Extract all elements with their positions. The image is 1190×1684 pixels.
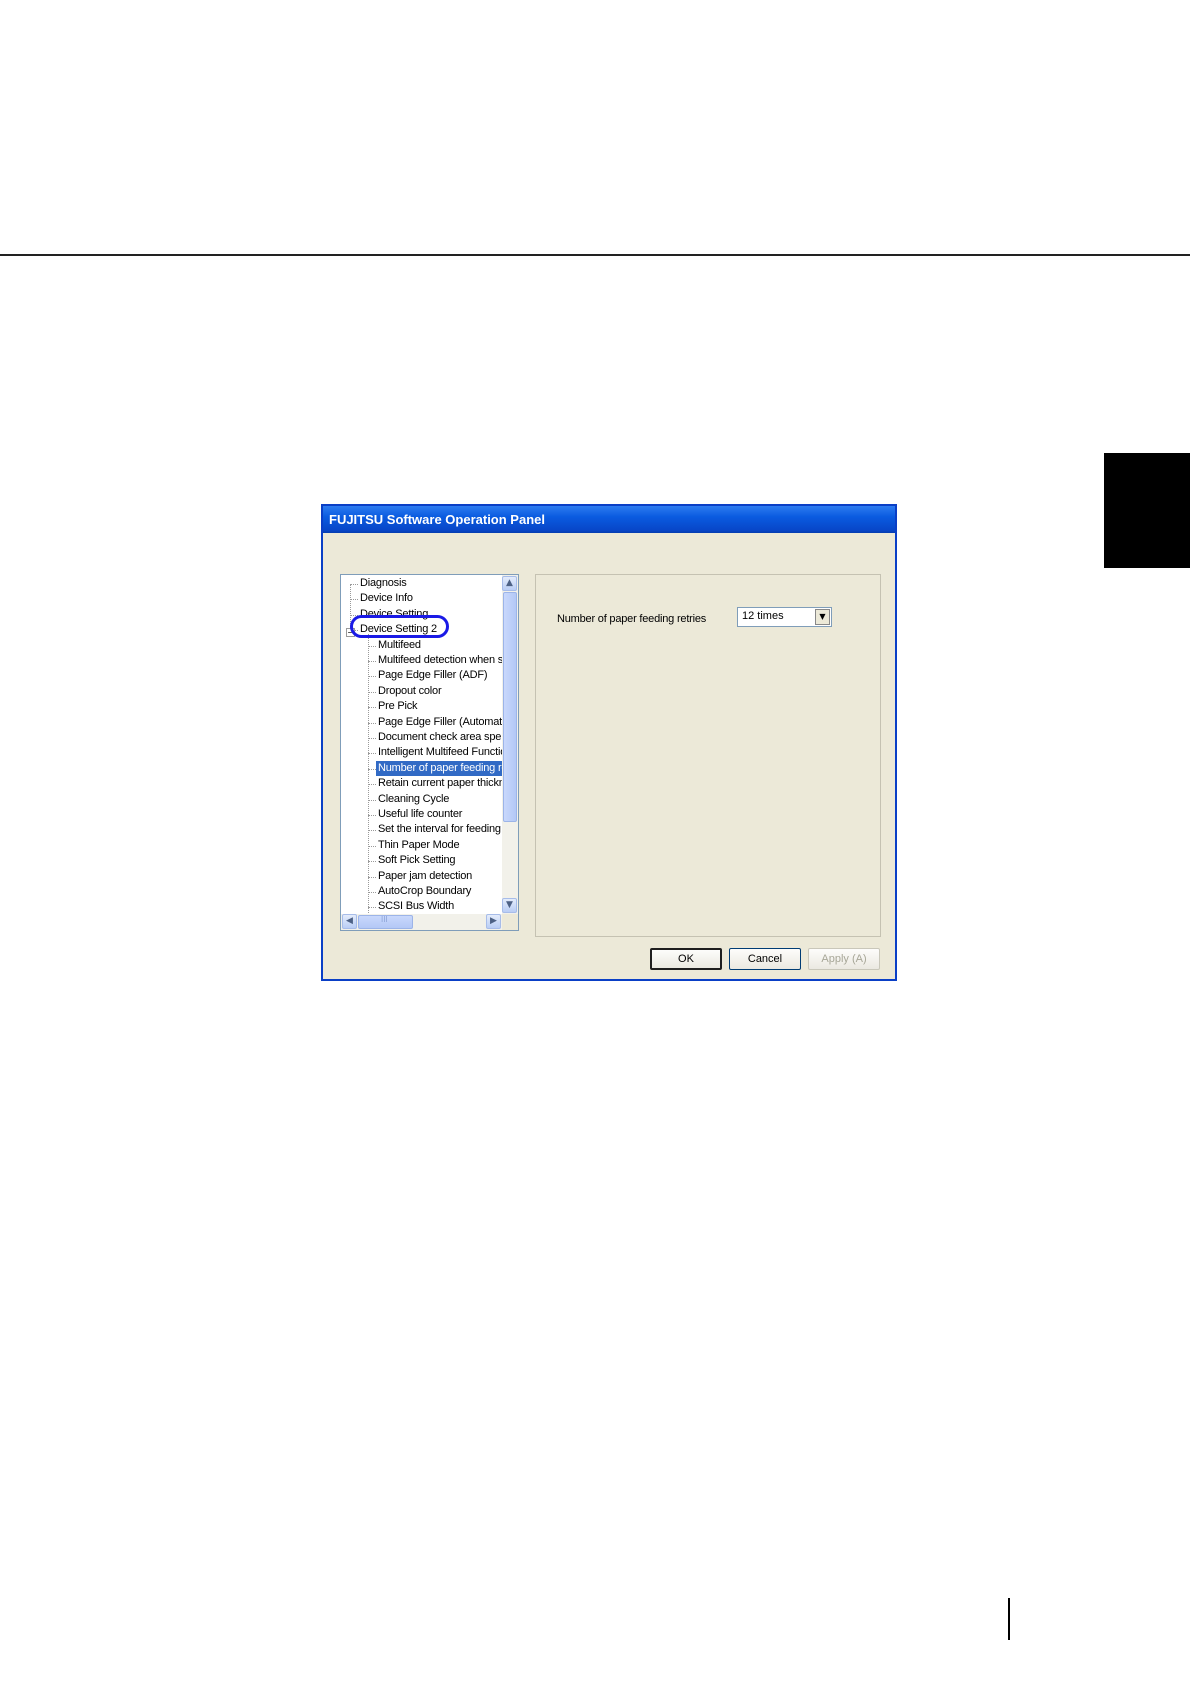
tree-connector bbox=[368, 722, 376, 724]
tree-connector bbox=[368, 738, 376, 739]
tree-item[interactable]: Pre Pick bbox=[378, 699, 418, 714]
tree-connector bbox=[368, 907, 376, 909]
tree-vertical-scroll-thumb[interactable] bbox=[503, 592, 517, 822]
tree-item[interactable]: Page Edge Filler (ADF) bbox=[378, 668, 488, 683]
tree-connector bbox=[368, 707, 376, 709]
tree-item[interactable]: Page Edge Filler (Automatic bbox=[378, 715, 502, 730]
apply-button[interactable]: Apply (A) bbox=[808, 948, 880, 970]
tree-item[interactable]: Soft Pick Setting bbox=[378, 853, 456, 868]
tree-item[interactable]: Diagnosis bbox=[360, 576, 407, 591]
tree-connector bbox=[368, 661, 376, 662]
chapter-tab-marker bbox=[1104, 453, 1190, 568]
tree-item[interactable]: Dropout color bbox=[378, 684, 442, 699]
tree-connector bbox=[368, 799, 376, 801]
paper-feeding-retries-label: Number of paper feeding retries bbox=[557, 613, 707, 625]
cancel-button[interactable]: Cancel bbox=[729, 948, 801, 970]
tree-connector bbox=[368, 676, 376, 678]
tree-item[interactable]: Cleaning Cycle bbox=[378, 792, 449, 807]
tree-vertical-scrollbar[interactable]: ▲ ▼ bbox=[502, 575, 518, 914]
tree-item[interactable]: Multifeed bbox=[378, 638, 421, 653]
tree-connector bbox=[368, 634, 369, 914]
tree-connector bbox=[368, 768, 376, 770]
tree-item[interactable]: Retain current paper thickn bbox=[378, 776, 502, 791]
tree-item[interactable]: Set the interval for feeding bbox=[378, 822, 501, 837]
scroll-left-icon[interactable]: ◀ bbox=[342, 914, 357, 929]
scroll-right-icon[interactable]: ▶ bbox=[486, 914, 501, 929]
page-header-rule bbox=[0, 254, 1190, 256]
tree-connector bbox=[368, 876, 376, 878]
tree-item[interactable]: Document check area spe bbox=[378, 730, 501, 745]
tree-connector bbox=[368, 892, 376, 893]
operation-panel-window: FUJITSU Software Operation Panel Diagnos… bbox=[321, 504, 897, 981]
scroll-up-icon[interactable]: ▲ bbox=[502, 576, 517, 591]
tree-item[interactable]: SCSI Bus Width bbox=[378, 899, 454, 914]
tree-item[interactable]: AutoCrop Boundary bbox=[378, 884, 471, 899]
tree-connector bbox=[368, 830, 376, 832]
tree-connector bbox=[350, 599, 358, 601]
scroll-down-icon[interactable]: ▼ bbox=[502, 898, 517, 913]
tree-item[interactable]: Multifeed detection when s bbox=[378, 653, 502, 668]
tree-horizontal-scroll-thumb[interactable]: III bbox=[358, 915, 413, 929]
scroll-grip-text: III bbox=[381, 915, 388, 924]
tree-item[interactable]: Number of paper feeding re bbox=[376, 760, 502, 776]
window-titlebar[interactable]: FUJITSU Software Operation Panel bbox=[323, 506, 895, 533]
tree-item[interactable]: Device Info bbox=[360, 591, 413, 606]
tree-connector bbox=[368, 815, 376, 816]
tree-connector bbox=[368, 645, 376, 647]
tree-horizontal-scrollbar[interactable]: ◀ III ▶ bbox=[341, 914, 502, 930]
tree-item[interactable]: Thin Paper Mode bbox=[378, 838, 460, 853]
tree-item[interactable]: Intelligent Multifeed Functio bbox=[378, 745, 502, 760]
tree-connector bbox=[368, 753, 376, 755]
footer-rule bbox=[1008, 1598, 1010, 1640]
tree-connector bbox=[368, 845, 376, 847]
tree-connector bbox=[368, 861, 376, 863]
scrollbar-corner bbox=[502, 914, 518, 930]
highlight-circle-annotation bbox=[350, 615, 449, 638]
paper-feeding-retries-value: 12 times bbox=[742, 610, 784, 622]
tree-item[interactable]: Useful life counter bbox=[378, 807, 462, 822]
settings-panel: Number of paper feeding retries 12 times… bbox=[535, 574, 881, 937]
settings-tree[interactable]: Diagnosis Device Info Device Setting Device… bbox=[340, 574, 519, 931]
tree-item[interactable]: Paper jam detection bbox=[378, 869, 472, 884]
tree-connector bbox=[368, 784, 376, 786]
window-title: FUJITSU Software Operation Panel bbox=[329, 512, 545, 527]
ok-button[interactable]: OK bbox=[650, 948, 722, 970]
paper-feeding-retries-select[interactable]: 12 times ▼ bbox=[737, 607, 832, 627]
tree-connector bbox=[350, 584, 358, 585]
tree-connector bbox=[368, 691, 376, 693]
dropdown-arrow-icon[interactable]: ▼ bbox=[815, 609, 830, 625]
